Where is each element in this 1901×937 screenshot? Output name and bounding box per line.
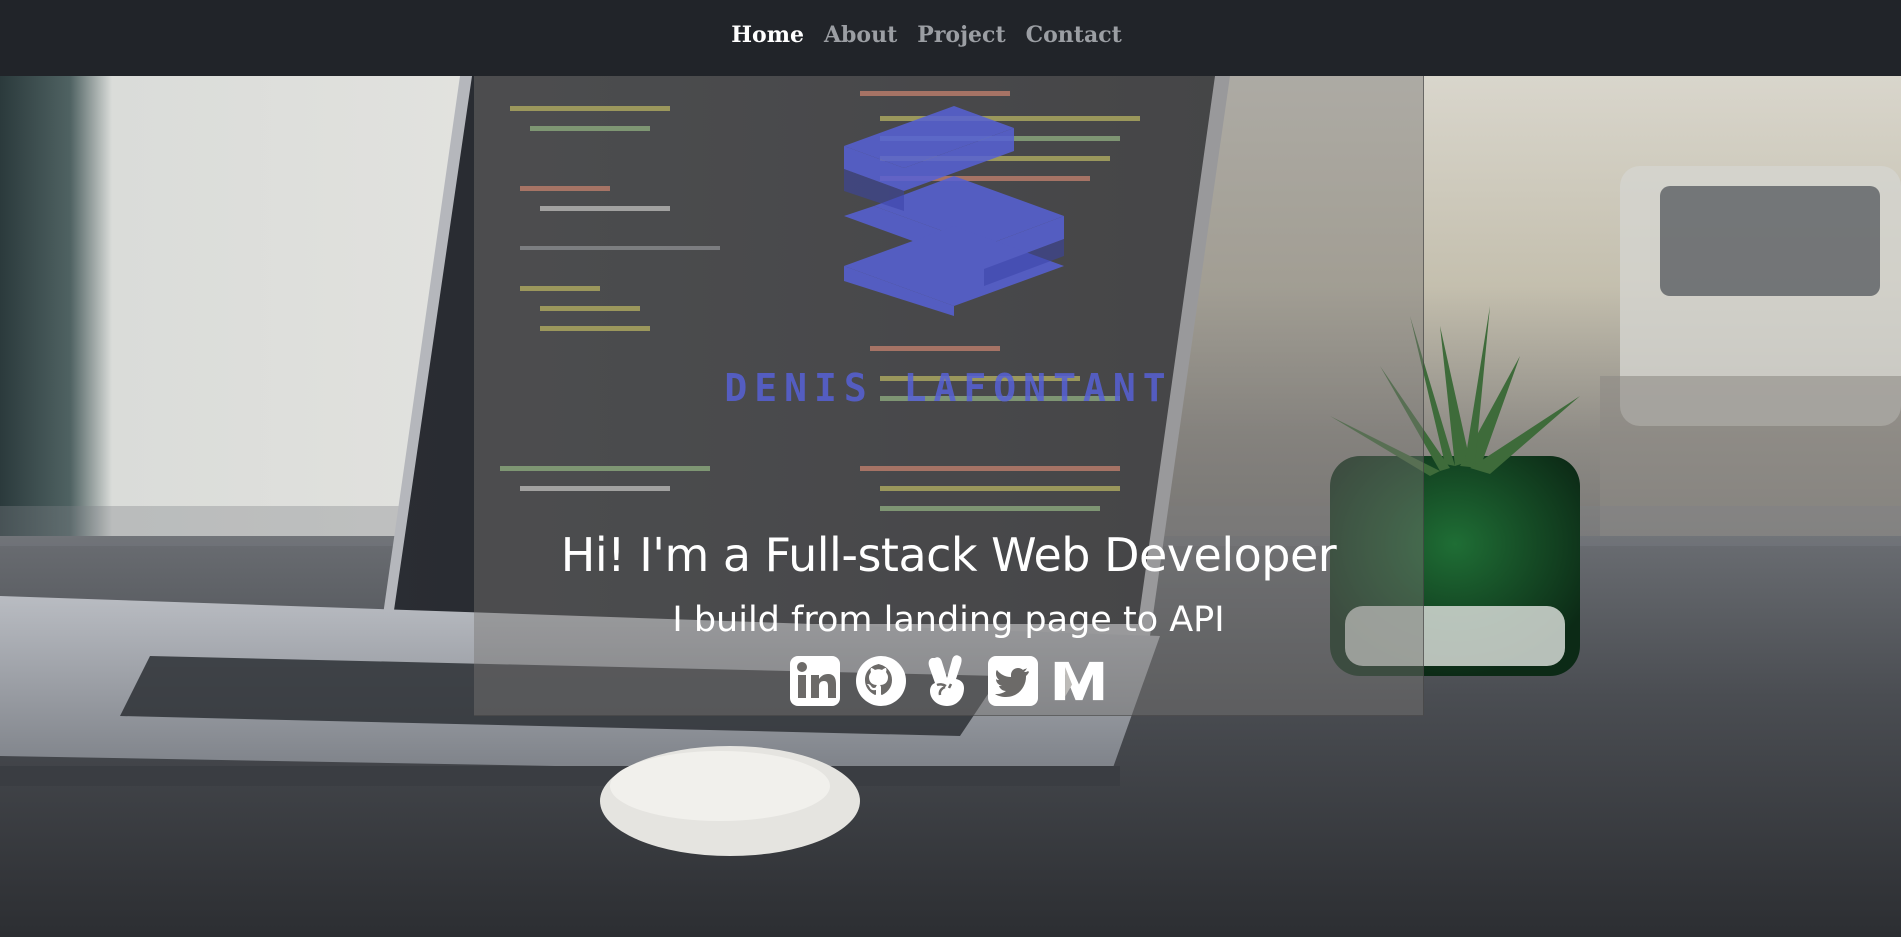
hero-panel: DENIS LAFONTANT Hi! I'm a Full-stack Web… [474,76,1424,716]
angellist-icon[interactable] [921,654,973,708]
page: Home About Project Contact DENIS LAFONTA… [0,0,1901,937]
social-links [472,654,1421,708]
twitter-icon[interactable] [987,654,1039,708]
brand-name: DENIS LAFONTANT [724,366,1173,410]
stacked-layers-logo-icon [824,106,1084,316]
hero-headline: Hi! I'm a Full-stack Web Developer [560,528,1337,582]
nav-links: Home About Project Contact [731,22,1122,48]
top-navbar: Home About Project Contact [0,0,1901,76]
hero-subheadline: I build from landing page to API [672,600,1225,640]
github-icon[interactable] [855,654,907,708]
linkedin-icon[interactable] [789,654,841,708]
nav-home-link[interactable]: Home [731,22,804,48]
nav-contact-link[interactable]: Contact [1026,22,1122,48]
nav-project-link[interactable]: Project [917,22,1005,48]
medium-icon[interactable] [1053,654,1105,708]
nav-about-link[interactable]: About [824,22,897,48]
